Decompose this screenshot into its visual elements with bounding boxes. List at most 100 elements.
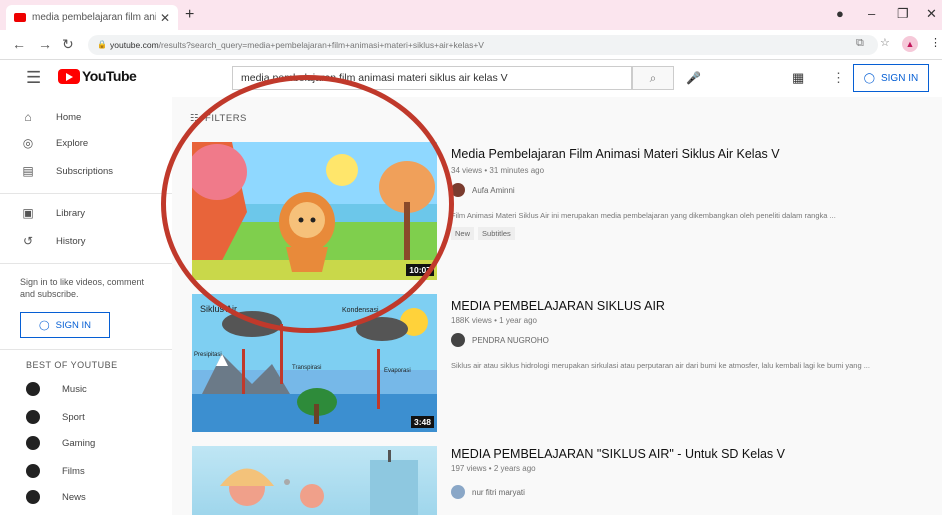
channel-avatar — [451, 485, 465, 499]
news-icon — [26, 490, 40, 504]
badge-subtitles: Subtitles — [478, 227, 515, 240]
sidebar-item-sport[interactable]: Sport — [0, 405, 172, 429]
cartoon-thumbnail-art — [220, 450, 418, 515]
thumb-label: Evaporasi — [384, 368, 411, 374]
translate-icon[interactable]: ⧉ — [856, 37, 864, 50]
search-input[interactable]: media pembelajaran film animasi materi s… — [232, 66, 632, 90]
maximize-icon[interactable]: ❐ — [897, 6, 909, 22]
browser-menu-icon[interactable]: ⋮ — [930, 36, 941, 49]
sidebar-item-news[interactable]: News — [0, 485, 172, 509]
sidebar-item-music[interactable]: Music — [0, 377, 172, 401]
sidebar-item-subscriptions[interactable]: ▤ Subscriptions — [0, 159, 172, 183]
tab-close-icon[interactable]: ✕ — [160, 11, 170, 25]
sidebar-item-home[interactable]: ⌂ Home — [0, 105, 172, 129]
video-meta: 197 views • 2 years ago — [451, 464, 536, 473]
video-duration: 10:07 — [406, 264, 434, 276]
sidebar-item-library[interactable]: ▣ Library — [0, 201, 172, 225]
compass-icon: ◎ — [22, 136, 34, 150]
tab-title: media pembelajaran film animasi — [32, 12, 156, 23]
filters-button[interactable]: ☷ FILTERS — [190, 113, 247, 124]
best-of-youtube-heading: BEST OF YOUTUBE — [26, 360, 118, 370]
sidebar: ⌂ Home ◎ Explore ▤ Subscriptions ▣ Libra… — [0, 97, 172, 515]
menu-hamburger-icon[interactable]: ☰ — [26, 68, 41, 88]
library-icon: ▣ — [22, 206, 34, 220]
animation-thumbnail-art — [192, 142, 437, 280]
sidebar-item-label: Home — [56, 111, 82, 123]
video-title[interactable]: MEDIA PEMBELAJARAN SIKLUS AIR — [451, 299, 665, 313]
home-icon: ⌂ — [24, 110, 32, 124]
microphone-icon[interactable]: 🎤 — [686, 71, 701, 85]
sport-icon — [26, 410, 40, 424]
video-badges: New Subtitles — [451, 227, 515, 240]
video-title[interactable]: Media Pembelajaran Film Animasi Materi S… — [451, 147, 780, 161]
channel-avatar — [451, 333, 465, 347]
sidebar-item-label: Sport — [62, 411, 85, 423]
video-meta: 188K views • 1 year ago — [451, 316, 537, 325]
sidebar-item-gaming[interactable]: Gaming — [0, 431, 172, 455]
channel-name: PENDRA NUGROHO — [472, 335, 549, 345]
sidebar-item-label: Music — [62, 383, 87, 395]
video-channel[interactable]: nur fitri maryati — [451, 485, 525, 499]
video-description: Film Animasi Materi Siklus Air ini merup… — [451, 211, 836, 220]
profile-avatar-icon[interactable]: ▲ — [902, 36, 918, 52]
gaming-icon — [26, 436, 40, 450]
sidebar-item-films[interactable]: Films — [0, 459, 172, 483]
sidebar-item-label: Explore — [56, 137, 89, 149]
search-button[interactable]: ⌕ — [632, 66, 674, 90]
video-description: Siklus air atau siklus hidrologi merupak… — [451, 361, 870, 370]
channel-name: nur fitri maryati — [472, 487, 525, 497]
badge-new: New — [451, 227, 475, 240]
browser-tab[interactable]: media pembelajaran film animasi ✕ — [6, 5, 178, 30]
new-tab-button[interactable]: + — [185, 6, 194, 24]
video-channel[interactable]: PENDRA NUGROHO — [451, 333, 549, 347]
sidebar-item-label: Films — [62, 465, 85, 477]
video-duration: 3:48 — [410, 416, 434, 428]
sidebar-item-explore[interactable]: ◎ Explore — [0, 131, 172, 155]
apps-grid-icon[interactable]: ▦ — [792, 70, 804, 86]
youtube-favicon-icon — [14, 13, 26, 22]
films-icon — [26, 464, 40, 478]
back-icon[interactable]: ← — [12, 36, 26, 52]
thumb-label: Kondensasi — [342, 307, 379, 314]
thumb-label: Siklus Air — [200, 304, 237, 314]
url-field[interactable]: 🔒 youtube.com/results?search_query=media… — [88, 35, 878, 55]
youtube-logo[interactable]: YouTube — [58, 68, 137, 84]
video-thumbnail[interactable] — [192, 446, 437, 515]
search-icon: ⌕ — [649, 71, 657, 85]
music-icon — [26, 382, 40, 396]
sidebar-divider — [0, 349, 172, 350]
youtube-play-icon — [58, 68, 80, 84]
minimize-icon[interactable]: – — [868, 6, 875, 21]
record-icon[interactable]: ● — [836, 6, 844, 21]
video-thumbnail[interactable]: Siklus Air Kondensasi Presipitasi Transp… — [192, 294, 437, 432]
sidebar-signin-button[interactable]: ◯ SIGN IN — [20, 312, 110, 338]
account-icon: ◯ — [863, 72, 875, 84]
sidebar-item-history[interactable]: ↺ History — [0, 229, 172, 253]
url-path: /results?search_query=media+pembelajaran… — [158, 40, 484, 50]
thumb-label: Presipitasi — [194, 352, 222, 358]
channel-name: Aufa Aminni — [472, 185, 515, 195]
sidebar-divider — [0, 263, 172, 264]
signin-label: SIGN IN — [880, 72, 919, 84]
filter-icon: ☷ — [190, 113, 200, 124]
video-thumbnail[interactable]: 10:07 — [192, 142, 437, 280]
reload-icon[interactable]: ↻ — [62, 36, 74, 53]
close-window-icon[interactable]: ✕ — [926, 6, 937, 22]
signin-message: Sign in to like videos, comment and subs… — [20, 277, 145, 299]
history-icon: ↺ — [22, 234, 34, 248]
bookmark-star-icon[interactable]: ☆ — [880, 36, 890, 49]
signin-button[interactable]: ◯ SIGN IN — [853, 64, 929, 92]
sidebar-item-label: History — [56, 235, 86, 247]
lock-icon: 🔒 — [97, 40, 107, 49]
account-icon: ◯ — [38, 319, 50, 331]
video-meta: 34 views • 31 minutes ago — [451, 166, 545, 175]
video-title[interactable]: MEDIA PEMBELAJARAN "SIKLUS AIR" - Untuk … — [451, 447, 785, 461]
youtube-header: ☰ YouTube media pembelajaran film animas… — [0, 60, 942, 97]
url-host: youtube.com — [110, 40, 159, 50]
browser-tabbar: media pembelajaran film animasi ✕ + ● – … — [0, 0, 942, 30]
filters-label: FILTERS — [205, 113, 247, 124]
settings-dots-icon[interactable]: ⋮ — [832, 70, 845, 86]
subscriptions-icon: ▤ — [22, 164, 34, 178]
video-channel[interactable]: Aufa Aminni — [451, 183, 515, 197]
forward-icon[interactable]: → — [38, 36, 52, 52]
